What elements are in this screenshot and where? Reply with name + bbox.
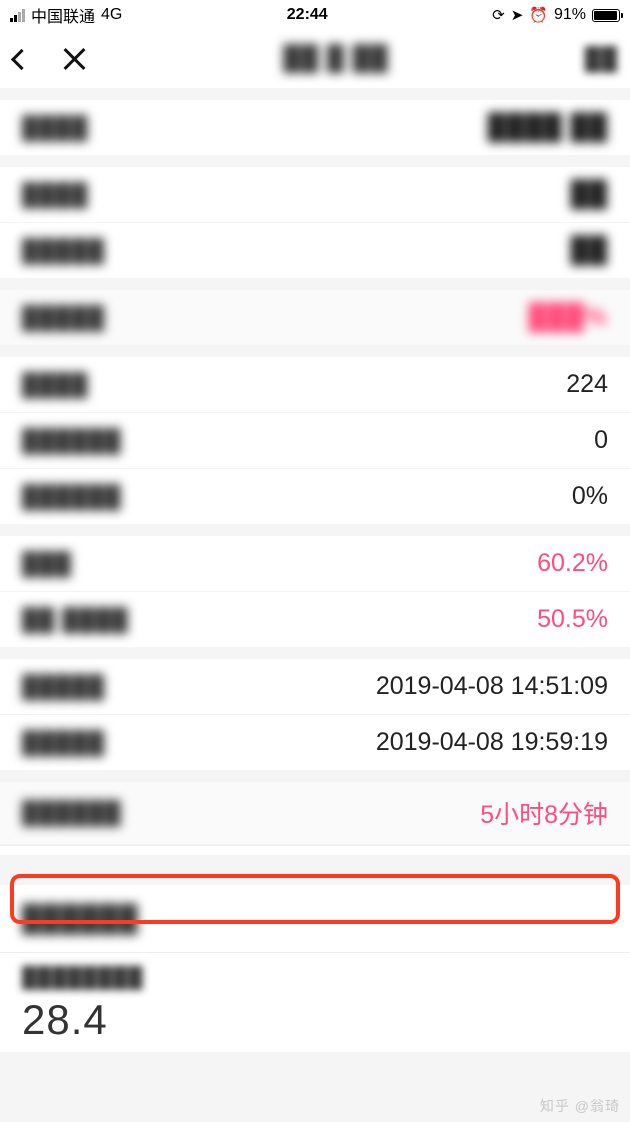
section-3: █████ ███% [0,290,630,345]
status-right: ⟳ ➤ ⏰ 91% [492,6,620,24]
row-s2-1: ████ ██ [0,167,630,223]
rotation-lock-icon: ⟳ [492,6,505,24]
row-value: ████ ██ [488,113,608,142]
row-s6-2: █████ 2019-04-08 19:59:19 [0,715,630,770]
row-value: 5小时8分钟 [480,795,608,831]
battery-percent: 91% [554,6,586,24]
row-value: ██ [571,236,608,265]
receipt-divider [0,845,630,855]
row-label: ██████ [22,484,122,510]
row-label: ████ [22,182,88,208]
status-time: 22:44 [287,6,328,24]
section-5: ███ 60.2% ██ ████ 50.5% [0,536,630,647]
nav-action[interactable]: ██ [585,46,618,72]
row-value: 2019-04-08 19:59:19 [376,728,608,757]
footer-heading: ██████ [22,903,608,934]
row-label: ██ ████ [22,607,129,633]
network-label: 4G [101,6,122,24]
row-label: █████ [22,238,105,264]
section-2: ████ ██ █████ ██ [0,167,630,278]
row-label: ██████ [22,800,122,826]
nav-bar: ██ █ ██ ██ [0,30,630,88]
row-value: 2019-04-08 14:51:09 [376,672,608,701]
section-7: ██████ 5小时8分钟 [0,782,630,855]
content: ████ ████ ██ ████ ██ █████ ██ █████ ███%… [0,100,630,1052]
location-icon: ➤ [511,6,524,24]
row-label: ████ [22,372,88,398]
close-icon[interactable] [61,46,87,72]
battery-icon [592,9,620,22]
row-value: 0% [572,482,608,511]
footer-sublabel: ████████ [22,967,608,990]
row-s3-1: █████ ███% [0,290,630,345]
row-s5-1: ███ 60.2% [0,536,630,592]
row-value: 0 [594,426,608,455]
row-s4-1: ████ 224 [0,357,630,413]
row-value: 50.5% [537,605,608,634]
row-s5-2: ██ ████ 50.5% [0,592,630,647]
section-4: ████ 224 ██████ 0 ██████ 0% [0,357,630,524]
row-label: ██████ [22,428,122,454]
row-s7-1: ██████ 5小时8分钟 [0,782,630,845]
footer-section: ██████ ████████ 28.4 [0,885,630,1052]
status-left: 中国联通 4G [10,3,122,27]
row-label: █████ [22,674,105,700]
row-label: ████ [22,115,88,141]
watermark: 知乎 @翁琦 [540,1096,620,1116]
row-label: █████ [22,730,105,756]
row-value: 224 [566,370,608,399]
row-s2-2: █████ ██ [0,223,630,278]
row-value: ██ [571,180,608,209]
status-bar: 中国联通 4G 22:44 ⟳ ➤ ⏰ 91% [0,0,630,30]
row-value: ███% [529,303,608,332]
alarm-icon: ⏰ [529,6,548,24]
row-label: ███ [22,551,72,577]
carrier-label: 中国联通 [31,3,95,27]
signal-icon [10,9,25,22]
row-s4-2: ██████ 0 [0,413,630,469]
row-s1-1: ████ ████ ██ [0,100,630,155]
row-s6-1: █████ 2019-04-08 14:51:09 [0,659,630,715]
back-icon[interactable] [11,48,32,69]
footer-value: 28.4 [22,996,608,1044]
row-s4-3: ██████ 0% [0,469,630,524]
row-value: 60.2% [537,549,608,578]
section-1: ████ ████ ██ [0,100,630,155]
section-6: █████ 2019-04-08 14:51:09 █████ 2019-04-… [0,659,630,770]
page-title: ██ █ ██ [283,45,388,73]
row-label: █████ [22,305,105,331]
